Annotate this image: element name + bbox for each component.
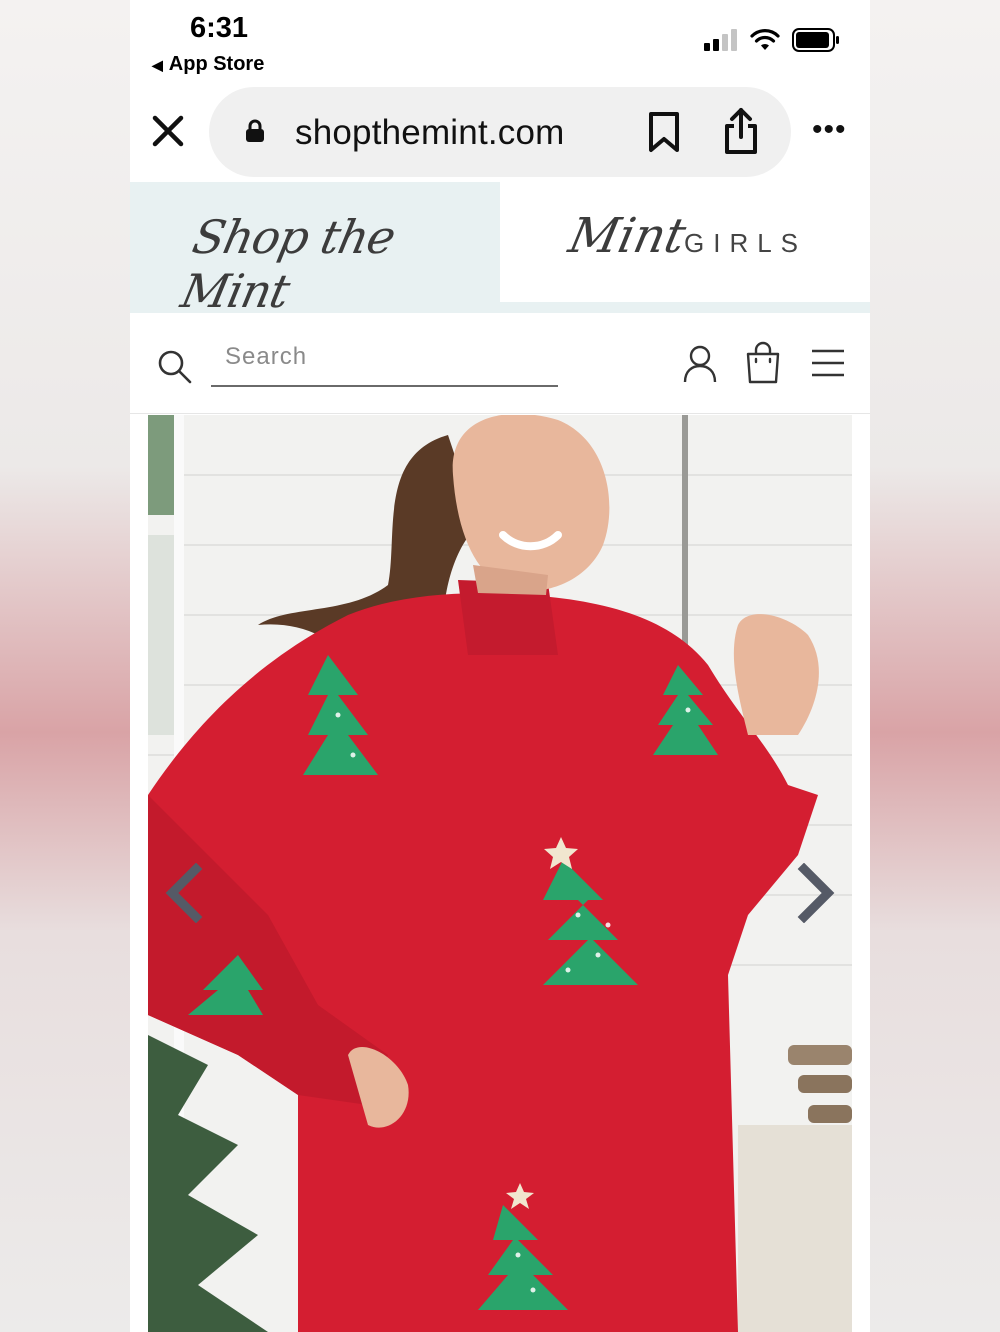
browser-toolbar: shopthemint.com ••• <box>130 85 870 182</box>
back-app-label: App Store <box>168 53 265 75</box>
bookmark-icon[interactable] <box>647 111 681 153</box>
chevron-right-icon[interactable] <box>792 863 838 923</box>
share-icon[interactable] <box>722 107 760 155</box>
brand-tabs: Shop the Mint Mint GIRLS <box>130 182 870 318</box>
close-icon[interactable] <box>150 113 186 149</box>
mint-girls-logo-script: Mint <box>564 208 691 264</box>
search-input[interactable] <box>211 337 569 377</box>
menu-icon[interactable] <box>811 349 845 377</box>
account-icon[interactable] <box>683 345 717 383</box>
shopping-bag-icon[interactable] <box>745 341 781 385</box>
status-time: 6:31 <box>190 12 249 44</box>
blurred-backdrop-right <box>870 0 1000 1332</box>
blurred-backdrop-left <box>0 0 130 1332</box>
url-domain: shopthemint.com <box>295 113 565 152</box>
tab-mint-girls[interactable]: Mint GIRLS <box>500 182 870 302</box>
back-to-app-store[interactable]: ◀ App Store <box>152 53 264 76</box>
tab-shop-the-mint[interactable]: Shop the Mint <box>130 182 500 318</box>
battery-icon <box>792 28 839 52</box>
status-icons <box>704 28 840 52</box>
cellular-signal-icon <box>704 29 737 51</box>
search-icon[interactable] <box>157 349 193 385</box>
product-photo <box>148 415 852 1332</box>
status-bar: 6:31 ◀ App Store <box>130 0 870 85</box>
address-bar[interactable]: shopthemint.com <box>209 87 791 177</box>
back-triangle-icon: ◀ <box>152 57 163 73</box>
chevron-left-icon[interactable] <box>162 863 208 923</box>
phone-screen: 6:31 ◀ App Store shopthemint.com ••• Sho… <box>130 0 870 1332</box>
product-image-gallery[interactable] <box>148 415 852 1332</box>
mint-girls-logo-caps: GIRLS <box>684 228 808 258</box>
search-field <box>211 337 569 387</box>
more-icon[interactable]: ••• <box>812 115 847 145</box>
shop-the-mint-logo: Shop the Mint <box>176 210 400 318</box>
lock-icon <box>246 119 264 142</box>
wifi-icon <box>750 29 780 50</box>
site-header <box>130 313 870 414</box>
tab-divider-strip <box>500 302 870 313</box>
